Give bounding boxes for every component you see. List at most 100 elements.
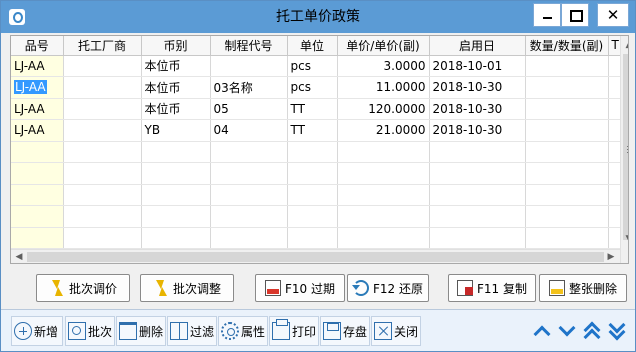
cell-unit[interactable] <box>287 227 338 249</box>
cell-item-no[interactable] <box>11 184 64 206</box>
cell-currency[interactable] <box>141 205 211 228</box>
next-record-button[interactable] <box>555 316 579 346</box>
properties-button[interactable]: 属性 <box>218 316 268 346</box>
cell-unit-price[interactable] <box>337 162 430 185</box>
table-row[interactable] <box>11 141 623 163</box>
selected-cell-text[interactable]: LJ-AA <box>14 80 47 95</box>
cell-item-no[interactable] <box>11 205 64 228</box>
cell-unit-price[interactable] <box>337 141 430 163</box>
cell-unit-price[interactable]: 11.0000 <box>337 76 430 99</box>
table-row[interactable] <box>11 205 623 228</box>
vertical-scrollbar[interactable]: ▲ ▼ <box>620 36 628 263</box>
cell-start-date[interactable]: 2018-10-30 <box>429 76 526 99</box>
table-row[interactable] <box>11 184 623 206</box>
table-row[interactable]: LJ-AA 本位币 05 TT 120.0000 2018-10-30 <box>11 98 623 120</box>
col-header-process-code[interactable]: 制程代号 <box>210 36 288 56</box>
cell-process-code[interactable]: 03名称 <box>210 76 288 99</box>
f10-expire-button[interactable]: F10 过期 <box>255 274 345 302</box>
save-button[interactable]: 存盘 <box>320 316 370 346</box>
batch-button[interactable]: 批次 <box>65 316 115 346</box>
cell-vendor[interactable] <box>63 98 142 120</box>
cell-vendor[interactable] <box>63 184 142 206</box>
cell-unit[interactable] <box>287 205 338 228</box>
cell-quantity[interactable] <box>525 205 609 228</box>
cell-vendor[interactable] <box>63 119 142 142</box>
cell-process-code[interactable]: 04 <box>210 119 288 142</box>
cell-unit[interactable]: pcs <box>287 76 338 99</box>
print-button[interactable]: 打印 <box>269 316 319 346</box>
first-record-button[interactable] <box>580 316 604 346</box>
filter-button[interactable]: 过滤 <box>167 316 217 346</box>
last-record-button[interactable] <box>605 316 629 346</box>
price-policy-grid[interactable]: 品号 托工厂商 币别 制程代号 单位 单价/单价(副) 启用日 数量/数量(副)… <box>10 35 629 264</box>
cell-vendor[interactable] <box>63 162 142 185</box>
horizontal-scroll-thumb[interactable] <box>27 252 604 262</box>
cell-vendor[interactable] <box>63 227 142 249</box>
cell-vendor[interactable] <box>63 205 142 228</box>
cell-start-date[interactable]: 2018-10-01 <box>429 55 526 77</box>
cell-process-code[interactable] <box>210 205 288 228</box>
maximize-button[interactable] <box>561 3 589 27</box>
cell-currency[interactable] <box>141 184 211 206</box>
minimize-button[interactable] <box>533 3 561 27</box>
cell-unit-price[interactable]: 3.0000 <box>337 55 430 77</box>
cell-currency[interactable]: 本位币 <box>141 76 211 99</box>
cell-start-date[interactable] <box>429 227 526 249</box>
delete-button[interactable]: 删除 <box>116 316 166 346</box>
cell-quantity[interactable] <box>525 227 609 249</box>
col-header-vendor[interactable]: 托工厂商 <box>63 36 142 56</box>
cell-process-code[interactable] <box>210 162 288 185</box>
prev-record-button[interactable] <box>530 316 554 346</box>
scroll-left-arrow-icon[interactable]: ◀ <box>12 250 26 263</box>
cell-item-no[interactable] <box>11 227 64 249</box>
cell-currency[interactable] <box>141 227 211 249</box>
cell-unit[interactable] <box>287 141 338 163</box>
cell-start-date[interactable] <box>429 205 526 228</box>
cell-start-date[interactable]: 2018-10-30 <box>429 98 526 120</box>
cell-item-no[interactable]: LJ-AA <box>11 119 64 142</box>
cell-currency[interactable]: 本位币 <box>141 98 211 120</box>
scroll-right-arrow-icon[interactable]: ▶ <box>604 250 618 263</box>
table-row[interactable] <box>11 227 623 249</box>
col-header-start-date[interactable]: 启用日 <box>429 36 526 56</box>
cell-item-no[interactable]: LJ-AA <box>11 76 64 99</box>
cell-start-date[interactable] <box>429 184 526 206</box>
cell-quantity[interactable] <box>525 98 609 120</box>
cell-currency[interactable] <box>141 162 211 185</box>
delete-all-button[interactable]: 整张删除 <box>539 274 627 302</box>
cell-process-code[interactable] <box>210 141 288 163</box>
cell-vendor[interactable] <box>63 76 142 99</box>
cell-item-no[interactable] <box>11 162 64 185</box>
cell-unit-price[interactable]: 120.0000 <box>337 98 430 120</box>
cell-currency[interactable]: YB <box>141 119 211 142</box>
cell-item-no[interactable] <box>11 141 64 163</box>
cell-process-code[interactable] <box>210 55 288 77</box>
cell-unit-price[interactable] <box>337 205 430 228</box>
batch-price-button[interactable]: 批次调价 <box>36 274 130 302</box>
cell-item-no[interactable]: LJ-AA <box>11 55 64 77</box>
cell-process-code[interactable]: 05 <box>210 98 288 120</box>
col-header-unit-price[interactable]: 单价/单价(副) <box>337 36 430 56</box>
close-window-button[interactable]: ✕ <box>597 3 629 27</box>
batch-adjust-button[interactable]: 批次调整 <box>140 274 234 302</box>
table-row[interactable]: LJ-AA YB 04 TT 21.0000 2018-10-30 <box>11 119 623 142</box>
cell-unit[interactable]: pcs <box>287 55 338 77</box>
cell-quantity[interactable] <box>525 184 609 206</box>
cell-vendor[interactable] <box>63 141 142 163</box>
cell-quantity[interactable] <box>525 119 609 142</box>
scroll-down-arrow-icon[interactable]: ▼ <box>622 232 628 246</box>
cell-item-no[interactable]: LJ-AA <box>11 98 64 120</box>
cell-vendor[interactable] <box>63 55 142 77</box>
cell-start-date[interactable] <box>429 162 526 185</box>
table-row[interactable]: LJ-AA 本位币 pcs 3.0000 2018-10-01 <box>11 55 623 77</box>
table-row[interactable] <box>11 162 623 185</box>
cell-quantity[interactable] <box>525 141 609 163</box>
cell-process-code[interactable] <box>210 227 288 249</box>
scroll-up-arrow-icon[interactable]: ▲ <box>622 38 628 52</box>
col-header-currency[interactable]: 币别 <box>141 36 211 56</box>
cell-quantity[interactable] <box>525 162 609 185</box>
col-header-quantity[interactable]: 数量/数量(副) <box>525 36 609 56</box>
col-header-unit[interactable]: 单位 <box>287 36 338 56</box>
cell-unit-price[interactable]: 21.0000 <box>337 119 430 142</box>
cell-unit-price[interactable] <box>337 184 430 206</box>
